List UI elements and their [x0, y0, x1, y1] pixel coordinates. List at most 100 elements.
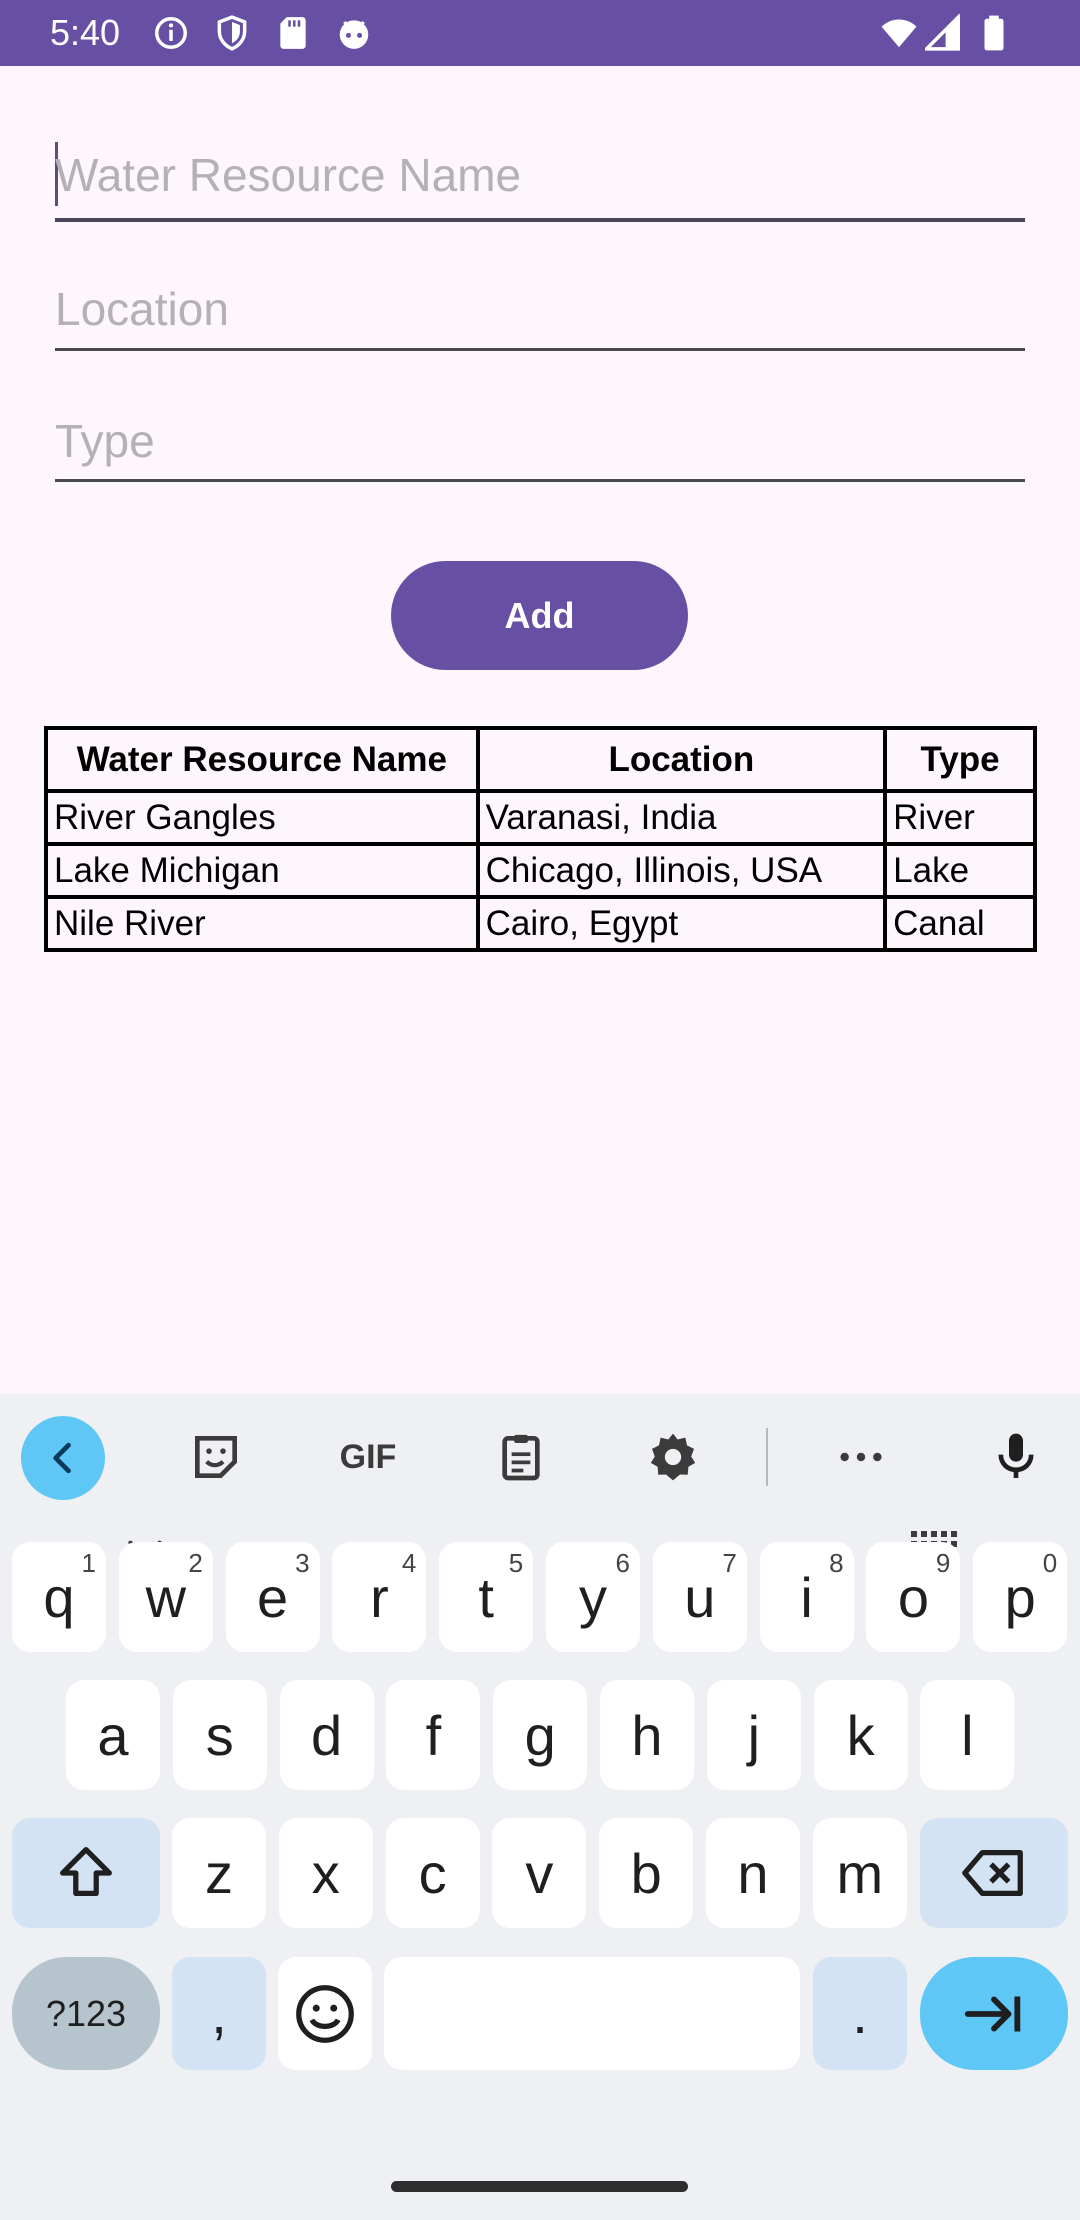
tab-arrow-icon — [964, 1996, 1021, 2031]
key-f[interactable]: f — [386, 1680, 481, 1790]
table-cell: Lake Michigan — [44, 842, 480, 899]
key-x[interactable]: x — [278, 1818, 373, 1928]
emoji-key[interactable] — [278, 1957, 372, 2070]
emoji-icon — [296, 1984, 354, 2043]
key-l[interactable]: l — [920, 1680, 1015, 1790]
type-field[interactable]: Type — [55, 392, 1025, 487]
key-e[interactable]: e3 — [225, 1542, 320, 1652]
shield-icon — [213, 14, 251, 52]
android-icon — [335, 14, 373, 52]
battery-icon — [975, 14, 1013, 52]
key-r[interactable]: r4 — [332, 1542, 427, 1652]
location-field[interactable]: Location — [55, 260, 1025, 355]
sticker-icon[interactable] — [183, 1424, 249, 1490]
table-row: Nile River Cairo, Egypt Canal — [44, 895, 1037, 952]
water-resources-table: Water Resource Name Location Type River … — [44, 726, 1037, 952]
field-underline — [55, 218, 1025, 222]
key-o[interactable]: o9 — [866, 1542, 961, 1652]
key-label: q — [43, 1565, 75, 1629]
water-resource-name-field[interactable]: Water Resource Name — [55, 130, 1025, 225]
table-cell: Lake — [883, 842, 1037, 899]
key-k[interactable]: k — [813, 1680, 908, 1790]
clipboard-icon[interactable] — [488, 1424, 554, 1490]
table-cell: Canal — [883, 895, 1037, 952]
status-time: 5:40 — [50, 12, 121, 53]
shift-key[interactable] — [12, 1818, 160, 1928]
key-n[interactable]: n — [706, 1818, 800, 1928]
field-underline — [55, 348, 1025, 351]
key-label: r — [370, 1565, 389, 1629]
key-hint: 9 — [935, 1548, 951, 1578]
key-hint: 8 — [829, 1548, 844, 1578]
gif-icon[interactable]: GIF — [333, 1424, 403, 1490]
toolbar-divider — [766, 1428, 768, 1486]
key-label: u — [684, 1565, 716, 1629]
type-placeholder: Type — [55, 415, 155, 467]
table-cell: River — [883, 789, 1037, 846]
key-y[interactable]: y6 — [546, 1542, 640, 1652]
location-placeholder: Location — [55, 283, 229, 335]
signal-icon — [922, 12, 963, 52]
key-hint: 1 — [81, 1548, 96, 1578]
key-w[interactable]: w2 — [118, 1542, 213, 1652]
key-hint: 7 — [722, 1548, 737, 1578]
field-underline — [55, 479, 1025, 482]
more-icon[interactable] — [828, 1424, 894, 1490]
table-header-row: Water Resource Name Location Type — [44, 726, 1037, 793]
key-label: p — [1004, 1565, 1036, 1629]
table-row: Lake Michigan Chicago, Illinois, USA Lak… — [44, 842, 1037, 899]
key-g[interactable]: g — [493, 1680, 588, 1790]
table-header: Type — [883, 726, 1037, 793]
key-h[interactable]: h — [600, 1680, 694, 1790]
key-label: t — [478, 1565, 494, 1629]
table-cell: Nile River — [44, 895, 480, 952]
key-i[interactable]: i8 — [759, 1542, 854, 1652]
table-cell: River Gangles — [44, 789, 480, 846]
key-v[interactable]: v — [492, 1818, 587, 1928]
key-hint: 5 — [508, 1548, 524, 1578]
key-q[interactable]: q1 — [12, 1542, 106, 1652]
key-hint: 4 — [401, 1548, 417, 1578]
sd-card-icon — [274, 14, 312, 52]
key-b[interactable]: b — [599, 1818, 694, 1928]
table-header: Water Resource Name — [44, 726, 480, 793]
settings-icon[interactable] — [640, 1424, 706, 1490]
key-j[interactable]: j — [706, 1680, 801, 1790]
key-s[interactable]: s — [172, 1680, 267, 1790]
key-c[interactable]: c — [385, 1818, 480, 1928]
space-key[interactable] — [384, 1957, 800, 2070]
key-t[interactable]: t5 — [439, 1542, 534, 1652]
table-header: Location — [475, 726, 888, 793]
key-m[interactable]: m — [812, 1818, 907, 1928]
key-hint: 2 — [188, 1548, 203, 1578]
table-cell: Cairo, Egypt — [475, 895, 888, 952]
mic-icon[interactable] — [983, 1424, 1049, 1490]
key-label: y — [579, 1565, 607, 1629]
table-row: River Gangles Varanasi, India River — [44, 789, 1037, 846]
key-d[interactable]: d — [279, 1680, 374, 1790]
key-label: o — [897, 1565, 929, 1629]
key-hint: 3 — [295, 1548, 310, 1578]
key-a[interactable]: a — [66, 1680, 160, 1790]
backspace-key[interactable] — [920, 1818, 1068, 1928]
key-label: w — [145, 1565, 187, 1629]
key-u[interactable]: u7 — [652, 1542, 747, 1652]
table-cell: Varanasi, India — [475, 789, 888, 846]
key-p[interactable]: p0 — [973, 1542, 1068, 1652]
key-hint: 0 — [1042, 1548, 1058, 1578]
home-indicator[interactable] — [391, 2181, 688, 2192]
symbols-key[interactable]: ?123 — [12, 1957, 160, 2070]
next-key[interactable] — [920, 1957, 1068, 2070]
wifi-icon — [880, 14, 918, 52]
name-placeholder: Water Resource Name — [55, 149, 522, 201]
add-button[interactable]: Add — [391, 561, 688, 670]
info-icon — [152, 14, 190, 52]
key-label: e — [257, 1565, 289, 1629]
soft-keyboard: GIF ?123 , . q1w2e3r4t5y6u7i8o9p0asdfghj… — [0, 1394, 1080, 2220]
gif-label: GIF — [339, 1437, 397, 1476]
key-hint: 6 — [615, 1548, 630, 1578]
period-key[interactable]: . — [813, 1957, 907, 2070]
key-z[interactable]: z — [172, 1818, 266, 1928]
comma-key[interactable]: , — [172, 1957, 266, 2070]
back-icon[interactable] — [21, 1416, 105, 1500]
